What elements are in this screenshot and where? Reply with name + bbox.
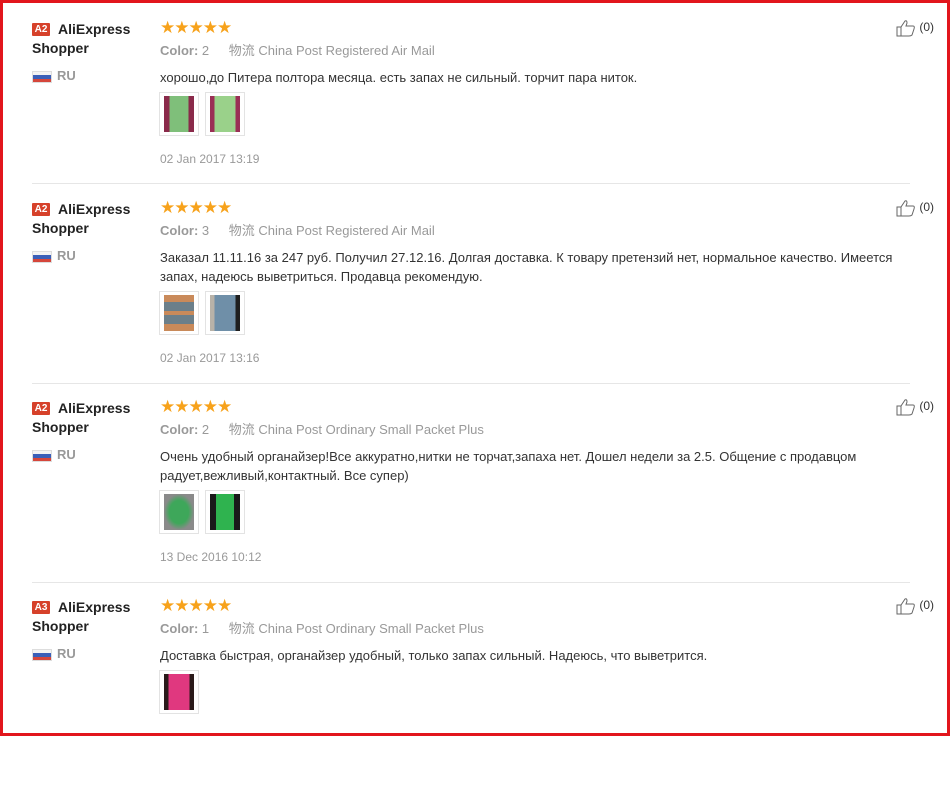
- divider: [32, 582, 910, 583]
- photo-thumbnail[interactable]: [205, 92, 245, 136]
- photo-thumbnail-icon: [164, 295, 194, 331]
- review-text: Очень удобный органайзер!Все аккуратно,н…: [160, 449, 857, 483]
- photo-thumbnail[interactable]: [159, 291, 199, 335]
- review-item: A2 AliExpress Shopper RU ★★★★★ Color: 2 …: [32, 18, 934, 218]
- color-label: Color:: [160, 422, 199, 437]
- shipping-label: 物流: [228, 223, 255, 238]
- reviewer-country: RU: [32, 248, 112, 263]
- color-label: Color:: [160, 621, 199, 636]
- review-photos: [159, 92, 245, 136]
- helpful-button[interactable]: (0): [896, 397, 934, 416]
- color-label: Color:: [160, 223, 199, 238]
- russia-flag-icon: [32, 71, 52, 83]
- color-value: 3: [201, 223, 210, 238]
- country-code: RU: [57, 646, 76, 661]
- color-value: 1: [201, 621, 210, 636]
- reviewer-country: RU: [32, 68, 112, 83]
- photo-thumbnail-icon: [164, 96, 194, 132]
- shipping-value: China Post Registered Air Mail: [258, 43, 435, 58]
- divider: [32, 383, 910, 384]
- thumbs-up-icon: [896, 200, 915, 217]
- shipping-value: China Post Ordinary Small Packet Plus: [258, 422, 484, 437]
- review-text: Заказал 11.11.16 за 247 руб. Получил 27.…: [160, 250, 893, 284]
- photo-thumbnail-icon: [210, 96, 240, 132]
- review-photos: [159, 670, 199, 714]
- order-info: Color: 2 物流 China Post Registered Air Ma…: [160, 42, 435, 60]
- russia-flag-icon: [32, 251, 52, 263]
- reviewer-name[interactable]: AliExpress Shopper: [32, 598, 152, 636]
- photo-thumbnail[interactable]: [159, 670, 199, 714]
- helpful-count: (0): [919, 200, 935, 214]
- country-code: RU: [57, 248, 76, 263]
- thumbs-up-icon: [896, 399, 915, 416]
- review-text: Доставка быстрая, органайзер удобный, то…: [160, 648, 708, 663]
- color-label: Color:: [160, 43, 199, 58]
- order-info: Color: 1 物流 China Post Ordinary Small Pa…: [160, 620, 484, 638]
- photo-thumbnail[interactable]: [205, 490, 245, 534]
- shipping-value: China Post Registered Air Mail: [258, 223, 435, 238]
- helpful-button[interactable]: (0): [896, 596, 934, 615]
- reviewer-name[interactable]: AliExpress Shopper: [32, 399, 152, 437]
- star-rating: ★★★★★: [160, 596, 232, 615]
- shipping-value: China Post Ordinary Small Packet Plus: [258, 621, 484, 636]
- shipping-label: 物流: [228, 43, 255, 58]
- review-item: A3 AliExpress Shopper RU ★★★★★ Color: 1 …: [32, 596, 934, 796]
- photo-thumbnail-icon: [164, 494, 194, 530]
- photo-thumbnail-icon: [210, 494, 240, 530]
- photo-thumbnail[interactable]: [205, 291, 245, 335]
- order-info: Color: 2 物流 China Post Ordinary Small Pa…: [160, 421, 484, 439]
- divider: [32, 183, 910, 184]
- helpful-button[interactable]: (0): [896, 198, 934, 217]
- review-photos: [159, 291, 245, 335]
- helpful-count: (0): [919, 598, 935, 612]
- review-date: 02 Jan 2017 13:16: [160, 351, 260, 365]
- order-info: Color: 3 物流 China Post Registered Air Ma…: [160, 222, 435, 240]
- photo-thumbnail-icon: [164, 674, 194, 710]
- review-photos: [159, 490, 245, 534]
- reviewer-name[interactable]: AliExpress Shopper: [32, 20, 152, 58]
- helpful-button[interactable]: (0): [896, 18, 934, 37]
- photo-thumbnail[interactable]: [159, 490, 199, 534]
- shipping-label: 物流: [228, 422, 255, 437]
- review-text: хорошо,до Питера полтора месяца. есть за…: [160, 70, 638, 85]
- star-rating: ★★★★★: [160, 18, 232, 37]
- reviewer-country: RU: [32, 447, 112, 462]
- color-value: 2: [201, 422, 210, 437]
- star-rating: ★★★★★: [160, 397, 232, 416]
- helpful-count: (0): [919, 399, 935, 413]
- thumbs-up-icon: [896, 598, 915, 615]
- country-code: RU: [57, 447, 76, 462]
- reviewer-name[interactable]: AliExpress Shopper: [32, 200, 152, 238]
- color-value: 2: [201, 43, 210, 58]
- review-date: 02 Jan 2017 13:19: [160, 152, 260, 166]
- russia-flag-icon: [32, 450, 52, 462]
- thumbs-up-icon: [896, 20, 915, 37]
- shipping-label: 物流: [228, 621, 255, 636]
- country-code: RU: [57, 68, 76, 83]
- star-rating: ★★★★★: [160, 198, 232, 217]
- reviewer-country: RU: [32, 646, 112, 661]
- helpful-count: (0): [919, 20, 935, 34]
- photo-thumbnail[interactable]: [159, 92, 199, 136]
- photo-thumbnail-icon: [210, 295, 240, 331]
- review-item: A2 AliExpress Shopper RU ★★★★★ Color: 2 …: [32, 397, 934, 597]
- review-date: 13 Dec 2016 10:12: [160, 550, 262, 564]
- russia-flag-icon: [32, 649, 52, 661]
- review-item: A2 AliExpress Shopper RU ★★★★★ Color: 3 …: [32, 198, 934, 398]
